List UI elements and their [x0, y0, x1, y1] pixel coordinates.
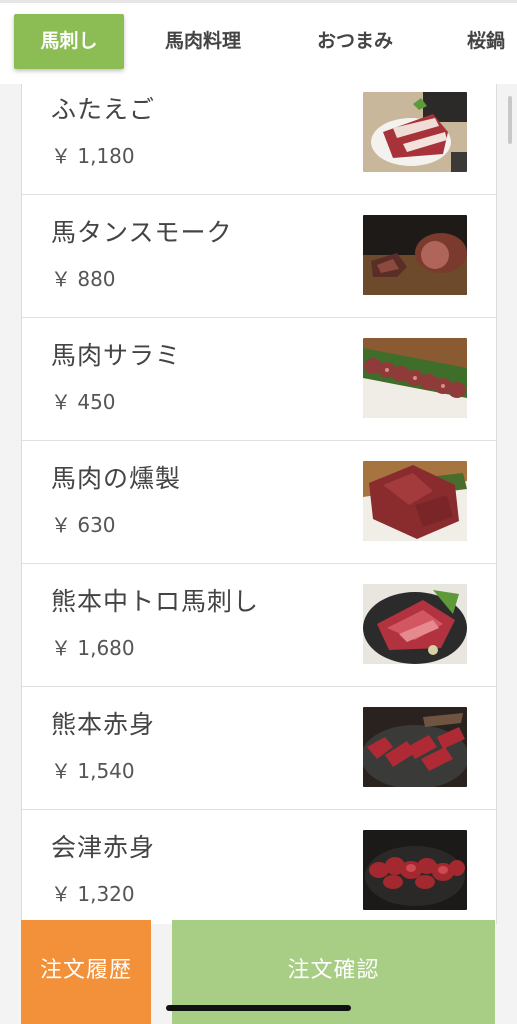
menu-item-photo [363, 338, 467, 418]
menu-item-photo [363, 215, 467, 295]
category-tab-bar: 馬刺し 馬肉料理 おつまみ 桜鍋 [0, 0, 517, 84]
menu-item-name: ふたえご [51, 95, 156, 124]
menu-list: ふたえご ￥ 1,180 馬タンスモーク ￥ 880 馬肉サラミ ￥ 450 馬… [21, 84, 497, 924]
menu-item[interactable]: 熊本赤身 ￥ 1,540 [22, 687, 496, 810]
menu-item[interactable]: 熊本中トロ馬刺し ￥ 1,680 [22, 564, 496, 687]
menu-item[interactable]: 会津赤身 ￥ 1,320 [22, 810, 496, 924]
menu-item[interactable]: 馬肉の燻製 ￥ 630 [22, 441, 496, 564]
menu-item-name: 熊本中トロ馬刺し [51, 587, 260, 616]
menu-item[interactable]: 馬肉サラミ ￥ 450 [22, 318, 496, 441]
menu-item-price: ￥ 1,540 [51, 759, 135, 783]
home-indicator [166, 1005, 351, 1011]
menu-item[interactable]: ふたえご ￥ 1,180 [22, 84, 496, 195]
menu-item[interactable]: 馬タンスモーク ￥ 880 [22, 195, 496, 318]
menu-item-name: 馬肉サラミ [51, 341, 182, 370]
top-divider [0, 0, 517, 3]
menu-item-photo [363, 92, 467, 172]
tab-horse-meat-dishes[interactable]: 馬肉料理 [165, 14, 241, 69]
menu-item-price: ￥ 1,320 [51, 882, 135, 906]
menu-item-price: ￥ 1,680 [51, 636, 135, 660]
menu-item-name: 熊本赤身 [51, 710, 156, 739]
menu-item-photo [363, 830, 467, 910]
tab-sakura-nabe[interactable]: 桜鍋 [467, 14, 505, 69]
scrollbar[interactable] [508, 96, 512, 144]
menu-item-name: 馬タンスモーク [51, 218, 233, 247]
order-history-button[interactable]: 注文履歴 [21, 920, 151, 1024]
menu-item-price: ￥ 1,180 [51, 144, 135, 168]
menu-item-name: 会津赤身 [51, 833, 156, 862]
menu-item-price: ￥ 450 [51, 390, 116, 414]
tab-snacks[interactable]: おつまみ [317, 14, 393, 69]
menu-item-name: 馬肉の燻製 [51, 464, 182, 493]
menu-item-photo [363, 461, 467, 541]
menu-item-price: ￥ 630 [51, 513, 116, 537]
menu-item-photo [363, 707, 467, 787]
menu-item-photo [363, 584, 467, 664]
tab-basashi[interactable]: 馬刺し [14, 14, 124, 69]
menu-item-price: ￥ 880 [51, 267, 116, 291]
